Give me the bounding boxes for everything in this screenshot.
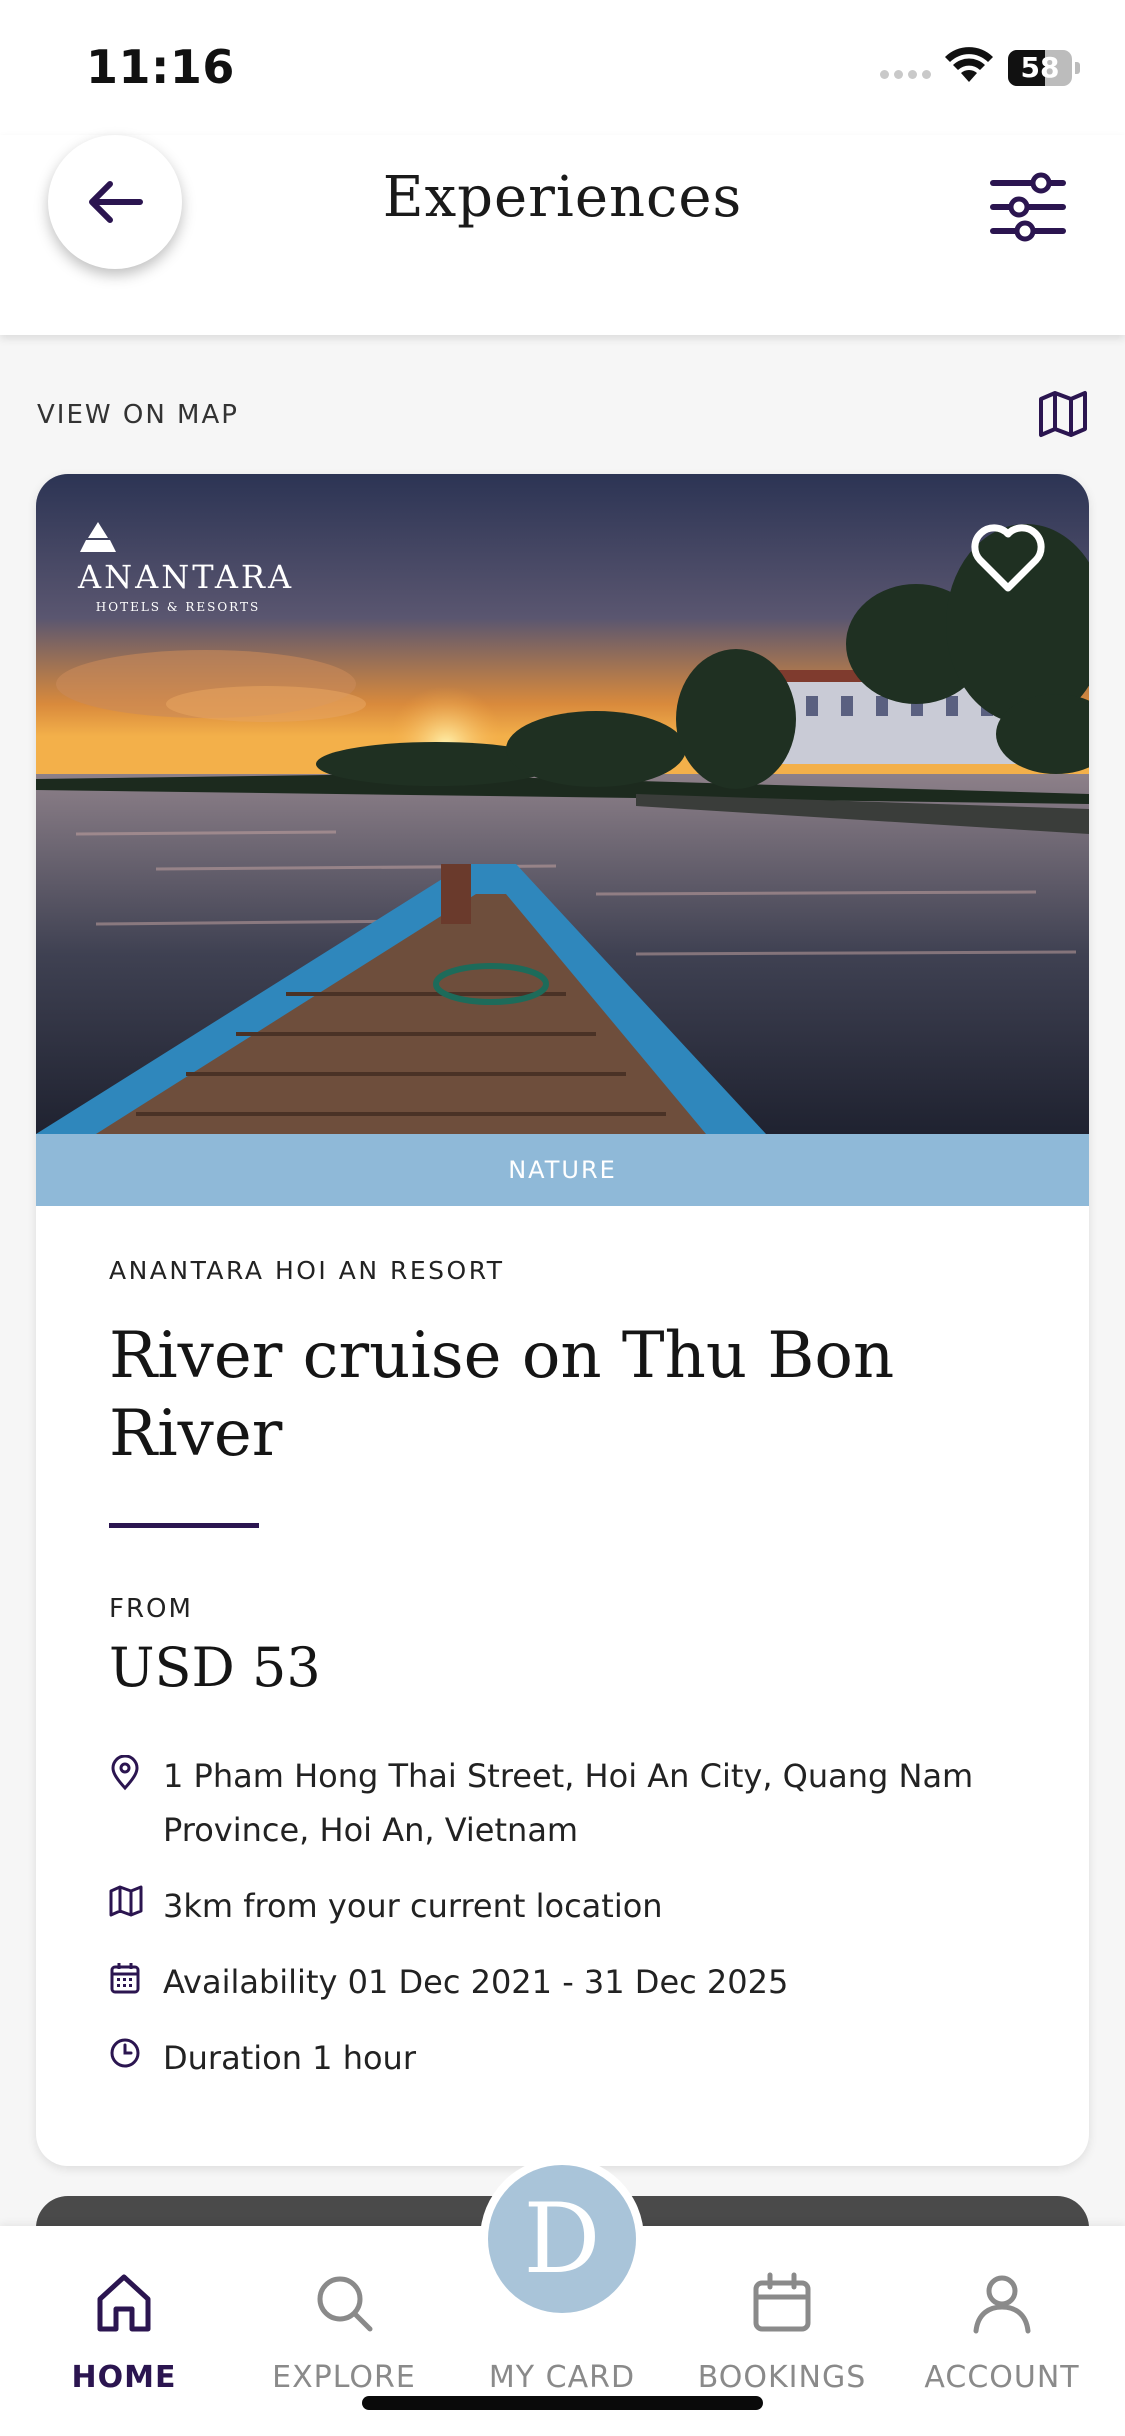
filter-button[interactable]	[982, 161, 1074, 253]
cellular-signal-icon	[880, 70, 931, 79]
nav-explore[interactable]: EXPLORE	[244, 2266, 444, 2395]
nav-explore-label: EXPLORE	[272, 2360, 416, 2395]
info-text-distance: 3km from your current location	[163, 1887, 663, 1925]
app-header: Experiences	[0, 135, 1125, 335]
battery-cap	[1075, 62, 1080, 74]
price-value: USD 53	[109, 1636, 321, 1699]
resort-name: ANANTARA HOI AN RESORT	[109, 1256, 505, 1285]
clock-icon	[109, 2031, 163, 2073]
home-icon	[24, 2266, 224, 2340]
sliders-icon	[990, 172, 1066, 242]
user-icon	[902, 2266, 1102, 2340]
calendar-icon	[682, 2266, 882, 2340]
nav-bookings-label: BOOKINGS	[697, 2360, 867, 2395]
page-title: Experiences	[382, 165, 743, 230]
info-text-duration: Duration 1 hour	[163, 2039, 416, 2077]
home-indicator	[362, 2396, 763, 2410]
info-list: 1 Pham Hong Thai Street, Hoi An City, Qu…	[109, 1749, 1039, 2085]
card-logo-icon: D	[488, 2165, 636, 2313]
app-screen: 11:16 58 Experiences VIEW ON MAP ANANTAR…	[0, 0, 1125, 2436]
info-text-address: 1 Pham Hong Thai Street, Hoi An City, Qu…	[163, 1757, 974, 1849]
brand-mark-icon	[80, 522, 116, 552]
info-item-availability: Availability 01 Dec 2021 - 31 Dec 2025	[109, 1955, 1039, 2009]
info-item-duration: Duration 1 hour	[109, 2031, 1039, 2085]
brand-name: ANANTARA	[78, 558, 295, 596]
category-label: NATURE	[36, 1134, 1089, 1206]
view-on-map-row[interactable]: VIEW ON MAP	[37, 385, 1088, 445]
favorite-button[interactable]	[968, 518, 1048, 598]
nav-account[interactable]: ACCOUNT	[902, 2266, 1102, 2395]
experience-card[interactable]: ANANTARA HOTELS & RESORTS NATURE ANANTAR…	[36, 474, 1089, 2166]
brand-tagline: HOTELS & RESORTS	[95, 600, 261, 614]
nav-account-label: ACCOUNT	[924, 2360, 1080, 2395]
my-card-button[interactable]: D	[480, 2157, 644, 2321]
heart-icon	[971, 524, 1045, 592]
wifi-icon	[944, 46, 994, 88]
status-bar: 11:16 58	[0, 0, 1125, 135]
location-pin-icon	[109, 1749, 163, 1795]
card-body: ANANTARA HOI AN RESORT River cruise on T…	[109, 1206, 1039, 2107]
map-icon[interactable]	[1038, 389, 1088, 443]
battery-icon: 58	[1008, 50, 1072, 86]
brand-logo: ANANTARA HOTELS & RESORTS	[78, 520, 295, 614]
view-on-map-label[interactable]: VIEW ON MAP	[37, 400, 239, 430]
info-item-distance: 3km from your current location	[109, 1879, 1039, 1933]
experience-title: River cruise on Thu Bon River	[109, 1319, 895, 1471]
nav-home[interactable]: HOME	[24, 2266, 224, 2395]
battery-percent: 58	[1020, 51, 1060, 84]
status-time: 11:16	[86, 40, 235, 94]
info-text-availability: Availability 01 Dec 2021 - 31 Dec 2025	[163, 1963, 789, 2001]
nav-my-card-label: MY CARD	[488, 2360, 636, 2395]
nav-bookings[interactable]: BOOKINGS	[682, 2266, 882, 2395]
calendar-icon	[109, 1955, 163, 1999]
title-divider	[109, 1523, 259, 1528]
price-from-label: FROM	[109, 1594, 193, 1624]
map-icon	[109, 1879, 163, 1921]
search-icon	[244, 2266, 444, 2340]
nav-home-label: HOME	[71, 2360, 177, 2395]
experience-photo: ANANTARA HOTELS & RESORTS	[36, 474, 1089, 1134]
info-item-address: 1 Pham Hong Thai Street, Hoi An City, Qu…	[109, 1749, 1039, 1857]
